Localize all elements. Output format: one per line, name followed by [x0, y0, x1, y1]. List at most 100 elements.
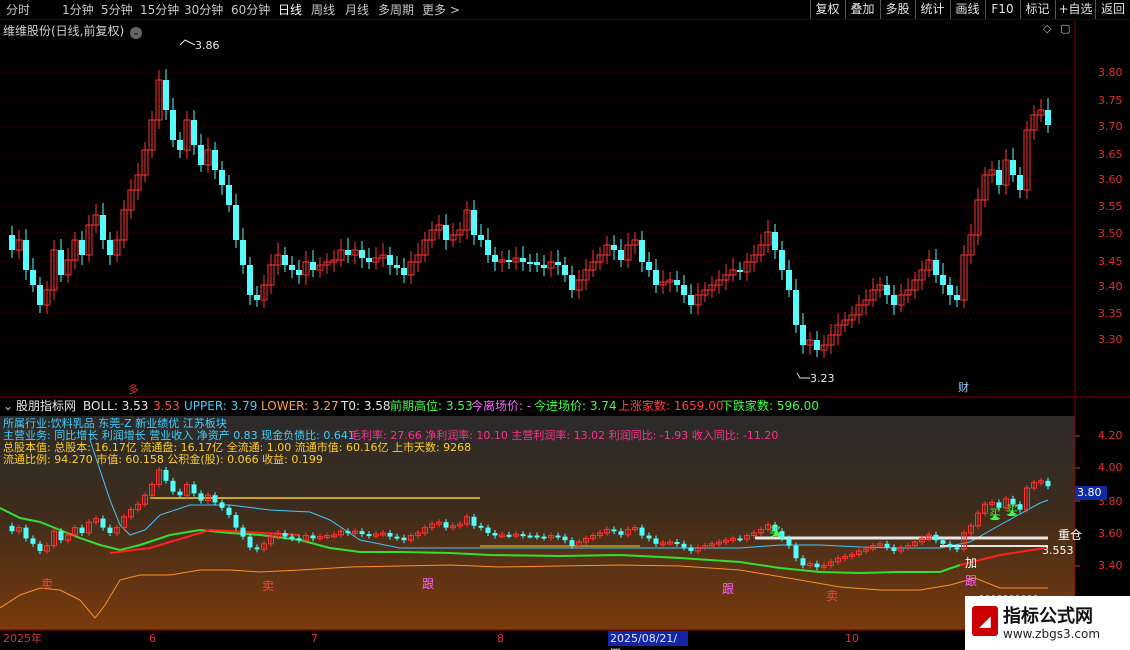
- candle-body: [520, 258, 526, 262]
- ind-candle-body: [940, 540, 946, 544]
- y-tick: 3.50: [1098, 227, 1123, 240]
- ind-candle-body: [79, 527, 85, 533]
- buy-signal: 买: [989, 507, 1002, 521]
- boll-mid-value: 3.53: [153, 399, 180, 413]
- ind-candle-body: [394, 536, 400, 539]
- ind-candle-body: [688, 547, 694, 551]
- high-pointer: [179, 39, 196, 46]
- ind-candle-body: [254, 547, 260, 550]
- ind-candle-body: [170, 480, 176, 492]
- date-label: 2025年: [3, 632, 42, 645]
- candle-body: [254, 295, 260, 300]
- ind-candle-body: [492, 533, 498, 536]
- low-pointer: [796, 372, 810, 379]
- y-tick: 3.45: [1098, 255, 1123, 268]
- candle-body: [471, 210, 477, 235]
- ind-candle-body: [520, 534, 526, 537]
- candle-body: [800, 325, 806, 345]
- follow-signal: 跟: [422, 577, 435, 591]
- ind-candle-body: [58, 531, 64, 541]
- candle-body: [793, 290, 799, 325]
- ind-candle-body: [212, 495, 218, 503]
- ind-candle-body: [30, 538, 36, 544]
- candle-body: [191, 120, 197, 145]
- y-tick: 3.55: [1098, 200, 1123, 213]
- ind-candle-body: [191, 484, 197, 494]
- ind-candle-body: [1045, 480, 1051, 487]
- candle-body: [401, 268, 407, 275]
- svg-text:◢: ◢: [979, 612, 991, 630]
- upper-value: UPPER: 3.79: [184, 399, 258, 413]
- ind-candle-body: [534, 535, 540, 538]
- float-ratio-info: 流通比例: 94.270 市值: 60.158 公积金(股): 0.066 收益…: [3, 453, 323, 466]
- candle-body: [23, 240, 29, 270]
- ind-candle-body: [618, 531, 624, 535]
- ind-candle-body: [506, 534, 512, 537]
- candle-body: [240, 240, 246, 265]
- follow-signal: 跟: [722, 582, 735, 596]
- exit-price-value: 今离场价: -: [471, 399, 532, 413]
- candle-body: [37, 285, 43, 305]
- watermark-title: 指标公式网: [1003, 606, 1093, 627]
- candle-body: [58, 250, 64, 275]
- indicator-header: ⌄ 股朋指标网 BOLL: 3.53 3.53 UPPER: 3.79 LOWE…: [0, 398, 1130, 416]
- ind-candle-body: [639, 527, 645, 536]
- candle-body: [527, 262, 533, 264]
- candle-body: [163, 80, 169, 110]
- ind-candle-body: [611, 529, 617, 532]
- ind-candle-body: [1017, 504, 1023, 510]
- buy-signal: 买: [769, 525, 782, 539]
- candle-body: [639, 240, 645, 262]
- t0-value: T0: 3.58: [341, 399, 391, 413]
- candle-body: [345, 250, 351, 255]
- high-price-label: 3.86: [195, 39, 220, 52]
- chevron-down-icon[interactable]: ⌄: [3, 398, 13, 414]
- ind-candle-body: [100, 518, 106, 528]
- ind-candle-body: [345, 531, 351, 534]
- y-tick: 3.70: [1098, 120, 1123, 133]
- candle-body: [779, 250, 785, 270]
- ind-candle-body: [562, 536, 568, 541]
- indicator-name[interactable]: 股朋指标网: [16, 398, 76, 414]
- ind-candle-body: [107, 527, 113, 533]
- ind-candle-body: [366, 534, 372, 537]
- ind-candle-body: [359, 531, 365, 535]
- candle-body: [226, 185, 232, 205]
- candle-body: [555, 262, 561, 265]
- candle-body: [541, 265, 547, 268]
- ind-y-tick: 4.20: [1098, 429, 1123, 442]
- candle-body: [646, 262, 652, 270]
- sell-signal: 卖: [262, 579, 275, 593]
- candle-body: [79, 240, 85, 255]
- candle-body: [891, 295, 897, 305]
- y-tick: 3.30: [1098, 333, 1123, 346]
- y-tick: 3.40: [1098, 280, 1123, 293]
- date-label: 10: [845, 632, 859, 645]
- ind-candle-body: [674, 542, 680, 544]
- candle-body: [674, 280, 680, 285]
- candle-body: [562, 265, 568, 275]
- candle-body: [296, 270, 302, 275]
- ind-y-tick: 3.40: [1098, 559, 1123, 572]
- watermark-logo-icon: ◢: [972, 606, 998, 636]
- date-label: 8: [497, 632, 504, 645]
- ind-candle-body: [884, 543, 890, 548]
- add-signal: 加: [965, 556, 978, 570]
- watermark-url: www.zbgs3.com: [1003, 627, 1101, 641]
- ind-candle-body: [401, 537, 407, 541]
- down-count-value: 下跌家数: 596.00: [721, 399, 819, 413]
- candle-body: [289, 265, 295, 270]
- candle-body: [814, 340, 820, 350]
- candle-body: [30, 270, 36, 285]
- ind-candle-body: [219, 502, 225, 508]
- candle-body: [681, 285, 687, 295]
- candle-body: [1010, 160, 1016, 175]
- ind-candle-body: [478, 525, 484, 528]
- ind-candle-body: [800, 558, 806, 566]
- ind-y-tick: 3.60: [1098, 527, 1123, 540]
- candle-body: [247, 265, 253, 295]
- candle-body: [310, 262, 316, 270]
- ind-candle-body: [555, 535, 561, 538]
- candle-body: [534, 262, 540, 265]
- candle-body: [786, 270, 792, 290]
